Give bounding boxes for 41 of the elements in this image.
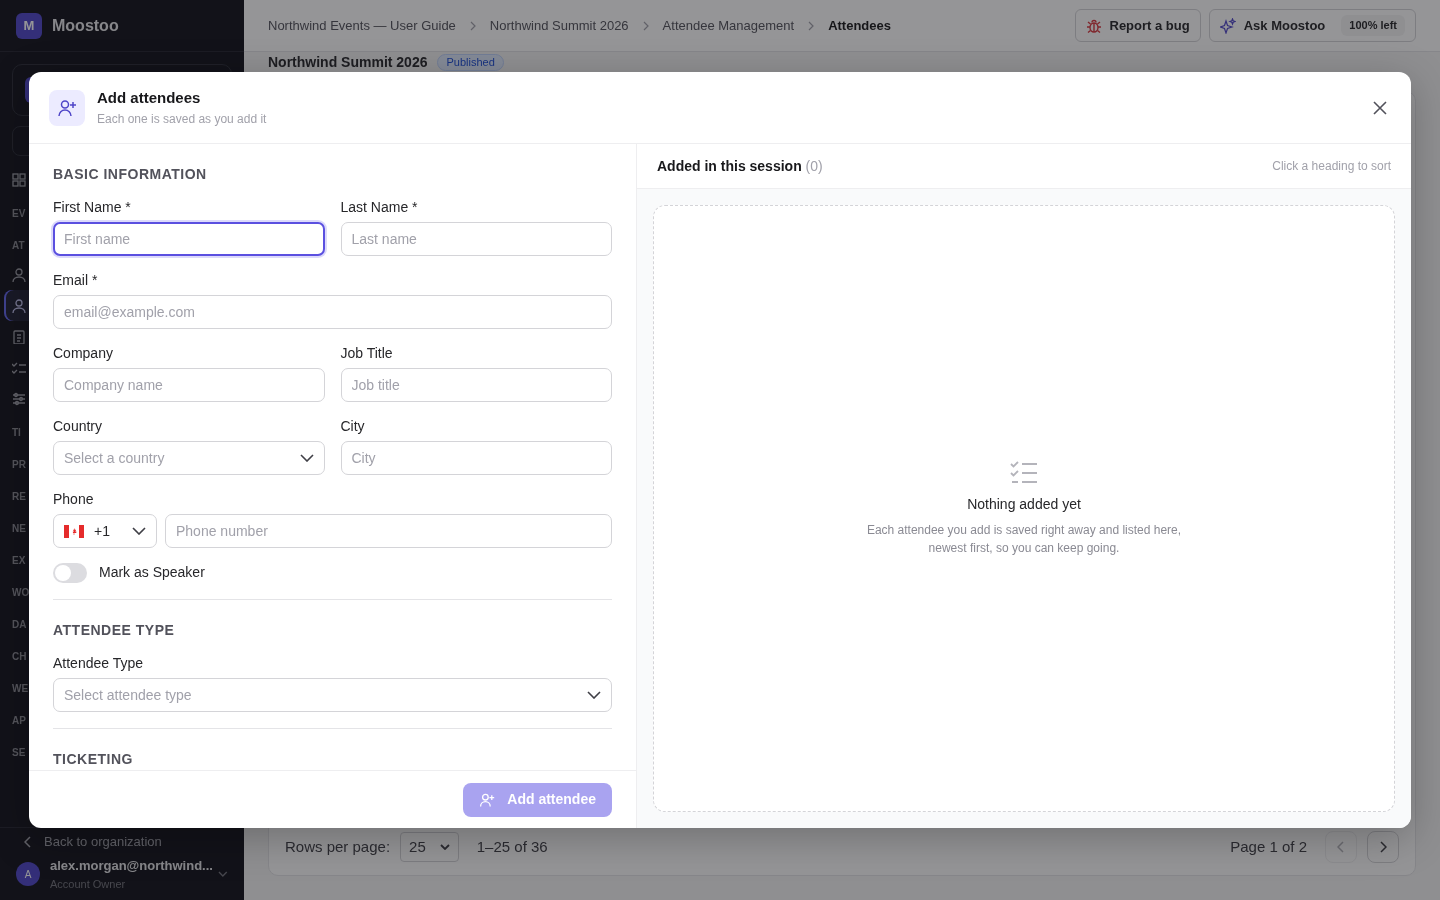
section-title: TICKETING: [53, 750, 134, 769]
section-title: BASIC INFORMATION: [53, 165, 208, 184]
toggle-label: Mark as Speaker: [99, 563, 205, 582]
status-badge: Published: [437, 54, 504, 71]
section-label: AP: [12, 714, 26, 728]
page-title: Northwind Summit 2026: [268, 54, 428, 71]
dialog-subtitle: Each one is saved as you add it: [97, 110, 267, 128]
section-label: EX: [12, 554, 26, 568]
page-indicator: Page 1 of 2: [1230, 836, 1307, 857]
field-label: First Name *: [53, 198, 131, 217]
sort-hint: Click a heading to sort: [1272, 158, 1391, 175]
rows-per-page-label: Rows per page:: [285, 836, 391, 857]
empty-title: Nothing added yet: [967, 495, 1081, 514]
section-label: RE: [12, 490, 26, 504]
app-logo: M: [16, 12, 42, 39]
app-name: Moostoo: [52, 15, 119, 36]
section-label: NE: [12, 522, 26, 536]
section-label: SE: [12, 746, 26, 760]
section-label: EV: [12, 207, 26, 221]
breadcrumb-item: Attendees: [828, 16, 891, 35]
section-label: PR: [12, 458, 26, 472]
section-title: ATTENDEE TYPE: [53, 621, 176, 640]
empty-description: Each attendee you add is saved right away and listed here, newest first, so you can keep going.: [865, 522, 1183, 557]
section-label: TI: [12, 426, 21, 440]
section-label: DA: [12, 618, 27, 632]
section-label: CH: [12, 650, 27, 664]
field-label: Last Name *: [340, 198, 418, 217]
section-label: WE: [12, 682, 29, 696]
field-label: Attendee Type: [53, 654, 144, 673]
field-label: City: [340, 417, 365, 436]
range-text: 1–25 of 36: [476, 836, 548, 857]
dialog-title: Add attendees: [97, 88, 202, 109]
field-label: Job Title: [340, 344, 393, 363]
field-label: Country: [53, 417, 103, 436]
user-avatar: A: [16, 862, 40, 886]
field-label: Email *: [53, 271, 98, 290]
field-label: Phone: [53, 490, 94, 509]
section-label: AT: [12, 239, 25, 253]
section-label: WO: [12, 586, 30, 600]
session-title: Added in this session (0): [657, 156, 823, 176]
field-label: Company: [53, 344, 113, 363]
